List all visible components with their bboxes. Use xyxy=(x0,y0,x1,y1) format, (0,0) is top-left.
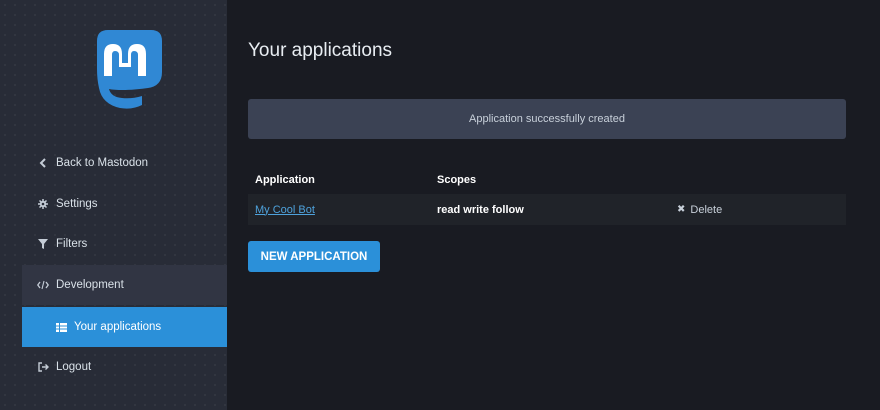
column-header-application: Application xyxy=(255,174,315,186)
list-icon xyxy=(54,322,68,332)
sidebar-item-label: Your applications xyxy=(74,321,162,333)
sidebar-item-label: Back to Mastodon xyxy=(56,157,149,169)
flash-notice: Application successfully created xyxy=(248,99,846,139)
code-icon xyxy=(36,280,50,290)
filter-icon xyxy=(36,239,50,249)
sidebar-item-back-to-mastodon[interactable]: Back to Mastodon xyxy=(22,143,227,183)
flash-message: Application successfully created xyxy=(469,113,625,125)
new-application-button[interactable]: NEW APPLICATION xyxy=(248,241,380,272)
sidebar-item-label: Filters xyxy=(56,238,88,250)
scopes-cell: read write follow xyxy=(437,203,524,216)
mastodon-logo-icon[interactable] xyxy=(82,24,168,110)
sidebar-item-label: Logout xyxy=(56,361,92,373)
sidebar-item-development[interactable]: Development xyxy=(22,265,227,305)
sidebar-item-settings[interactable]: Settings xyxy=(22,184,227,224)
actions-cell: ✖ Delete xyxy=(670,203,846,216)
table-header: Application Scopes xyxy=(248,166,846,194)
main-content: Your applications Application successful… xyxy=(227,0,880,410)
column-header-scopes: Scopes xyxy=(437,174,477,186)
application-cell: My Cool Bot xyxy=(248,204,430,216)
table-row: My Cool Bot read write follow ✖ Delete xyxy=(248,194,846,225)
sidebar: Back to Mastodon Settings Filters Develo… xyxy=(0,0,227,410)
page-title: Your applications xyxy=(248,40,393,61)
application-link[interactable]: My Cool Bot xyxy=(255,204,315,216)
sidebar-item-logout[interactable]: Logout xyxy=(22,347,227,387)
sidebar-item-your-applications[interactable]: Your applications xyxy=(22,307,227,347)
delete-label: Delete xyxy=(690,203,723,216)
chevron-left-icon xyxy=(36,158,50,168)
sign-out-icon xyxy=(36,362,50,372)
gear-icon xyxy=(36,199,50,209)
applications-table: Application Scopes My Cool Bot read writ… xyxy=(248,166,846,225)
sidebar-item-label: Development xyxy=(56,279,124,291)
sidebar-item-filters[interactable]: Filters xyxy=(22,224,227,264)
delete-button[interactable]: ✖ Delete xyxy=(677,204,722,216)
close-icon: ✖ xyxy=(677,204,686,216)
sidebar-item-label: Settings xyxy=(56,198,98,210)
